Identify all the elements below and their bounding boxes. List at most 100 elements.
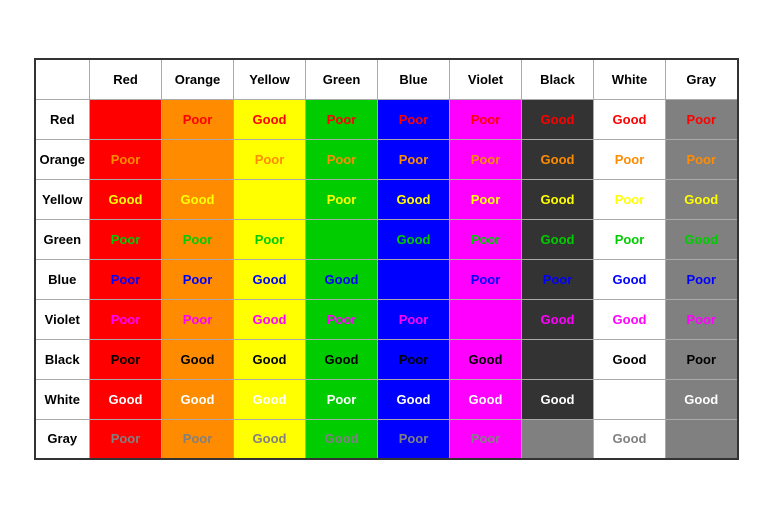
cell-green-1: Poor [162, 219, 234, 259]
cell-yellow-8: Good [666, 179, 738, 219]
cell-orange-2: Poor [234, 139, 306, 179]
cell-red-6: Good [522, 99, 594, 139]
cell-yellow-6: Good [522, 179, 594, 219]
row-label-white: White [35, 379, 90, 419]
table-row: VioletPoorPoorGoodPoorPoorGoodGoodPoor [35, 299, 738, 339]
cell-gray-7: Good [594, 419, 666, 459]
cell-yellow-1: Good [162, 179, 234, 219]
cell-black-7: Good [594, 339, 666, 379]
cell-yellow-7: Poor [594, 179, 666, 219]
cell-red-2: Good [234, 99, 306, 139]
row-label-blue: Blue [35, 259, 90, 299]
cell-black-0: Poor [90, 339, 162, 379]
col-header-yellow: Yellow [234, 59, 306, 99]
cell-blue-1: Poor [162, 259, 234, 299]
cell-gray-8 [666, 419, 738, 459]
row-label-orange: Orange [35, 139, 90, 179]
main-wrapper: RedOrangeYellowGreenBlueVioletBlackWhite… [30, 58, 739, 460]
col-header-green: Green [306, 59, 378, 99]
cell-red-0 [90, 99, 162, 139]
cell-red-4: Poor [378, 99, 450, 139]
row-label-violet: Violet [35, 299, 90, 339]
table-row: OrangePoorPoorPoorPoorPoorGoodPoorPoor [35, 139, 738, 179]
cell-violet-3: Poor [306, 299, 378, 339]
col-header-blue: Blue [378, 59, 450, 99]
table-row: YellowGoodGoodPoorGoodPoorGoodPoorGood [35, 179, 738, 219]
col-header-red: Red [90, 59, 162, 99]
cell-red-3: Poor [306, 99, 378, 139]
cell-blue-5: Poor [450, 259, 522, 299]
cell-yellow-2 [234, 179, 306, 219]
cell-gray-4: Poor [378, 419, 450, 459]
cell-white-6: Good [522, 379, 594, 419]
cell-violet-7: Good [594, 299, 666, 339]
cell-gray-5: Poor [450, 419, 522, 459]
cell-green-6: Good [522, 219, 594, 259]
row-label-yellow: Yellow [35, 179, 90, 219]
cell-white-5: Good [450, 379, 522, 419]
cell-green-4: Good [378, 219, 450, 259]
row-label-green: Green [35, 219, 90, 259]
cell-orange-4: Poor [378, 139, 450, 179]
row-label-gray: Gray [35, 419, 90, 459]
cell-orange-3: Poor [306, 139, 378, 179]
col-header-white: White [594, 59, 666, 99]
cell-violet-4: Poor [378, 299, 450, 339]
cell-blue-2: Good [234, 259, 306, 299]
cell-green-7: Poor [594, 219, 666, 259]
col-header-orange: Orange [162, 59, 234, 99]
cell-black-2: Good [234, 339, 306, 379]
cell-black-8: Poor [666, 339, 738, 379]
cell-white-1: Good [162, 379, 234, 419]
cell-black-4: Poor [378, 339, 450, 379]
cell-black-6 [522, 339, 594, 379]
cell-yellow-0: Good [90, 179, 162, 219]
cell-blue-0: Poor [90, 259, 162, 299]
row-label-black: Black [35, 339, 90, 379]
cell-violet-8: Poor [666, 299, 738, 339]
cell-orange-6: Good [522, 139, 594, 179]
cell-blue-6: Poor [522, 259, 594, 299]
cell-green-0: Poor [90, 219, 162, 259]
cell-gray-0: Poor [90, 419, 162, 459]
cell-gray-1: Poor [162, 419, 234, 459]
table-row: BluePoorPoorGoodGoodPoorPoorGoodPoor [35, 259, 738, 299]
cell-violet-0: Poor [90, 299, 162, 339]
cell-white-7 [594, 379, 666, 419]
cell-blue-8: Poor [666, 259, 738, 299]
cell-gray-3: Good [306, 419, 378, 459]
table-row: WhiteGoodGoodGoodPoorGoodGoodGoodGood [35, 379, 738, 419]
cell-white-4: Good [378, 379, 450, 419]
cell-orange-7: Poor [594, 139, 666, 179]
cell-white-3: Poor [306, 379, 378, 419]
cell-white-2: Good [234, 379, 306, 419]
table-row: RedPoorGoodPoorPoorPoorGoodGoodPoor [35, 99, 738, 139]
col-header-black: Black [522, 59, 594, 99]
cell-black-3: Good [306, 339, 378, 379]
table-row: GrayPoorPoorGoodGoodPoorPoorPoorGood [35, 419, 738, 459]
cell-green-2: Poor [234, 219, 306, 259]
cell-yellow-4: Good [378, 179, 450, 219]
cell-green-3 [306, 219, 378, 259]
cell-green-5: Poor [450, 219, 522, 259]
cell-green-8: Good [666, 219, 738, 259]
cell-red-8: Poor [666, 99, 738, 139]
cell-gray-2: Good [234, 419, 306, 459]
cell-white-0: Good [90, 379, 162, 419]
cell-orange-1 [162, 139, 234, 179]
table-row: BlackPoorGoodGoodGoodPoorGoodGoodPoor [35, 339, 738, 379]
cell-orange-8: Poor [666, 139, 738, 179]
cell-red-5: Poor [450, 99, 522, 139]
cell-black-5: Good [450, 339, 522, 379]
corner-header [35, 59, 90, 99]
col-header-gray: Gray [666, 59, 738, 99]
cell-violet-6: Good [522, 299, 594, 339]
cell-red-1: Poor [162, 99, 234, 139]
cell-blue-3: Good [306, 259, 378, 299]
cell-white-8: Good [666, 379, 738, 419]
row-label-red: Red [35, 99, 90, 139]
cell-yellow-3: Poor [306, 179, 378, 219]
table-row: GreenPoorPoorPoorGoodPoorGoodPoorGood [35, 219, 738, 259]
cell-red-7: Good [594, 99, 666, 139]
cell-violet-1: Poor [162, 299, 234, 339]
